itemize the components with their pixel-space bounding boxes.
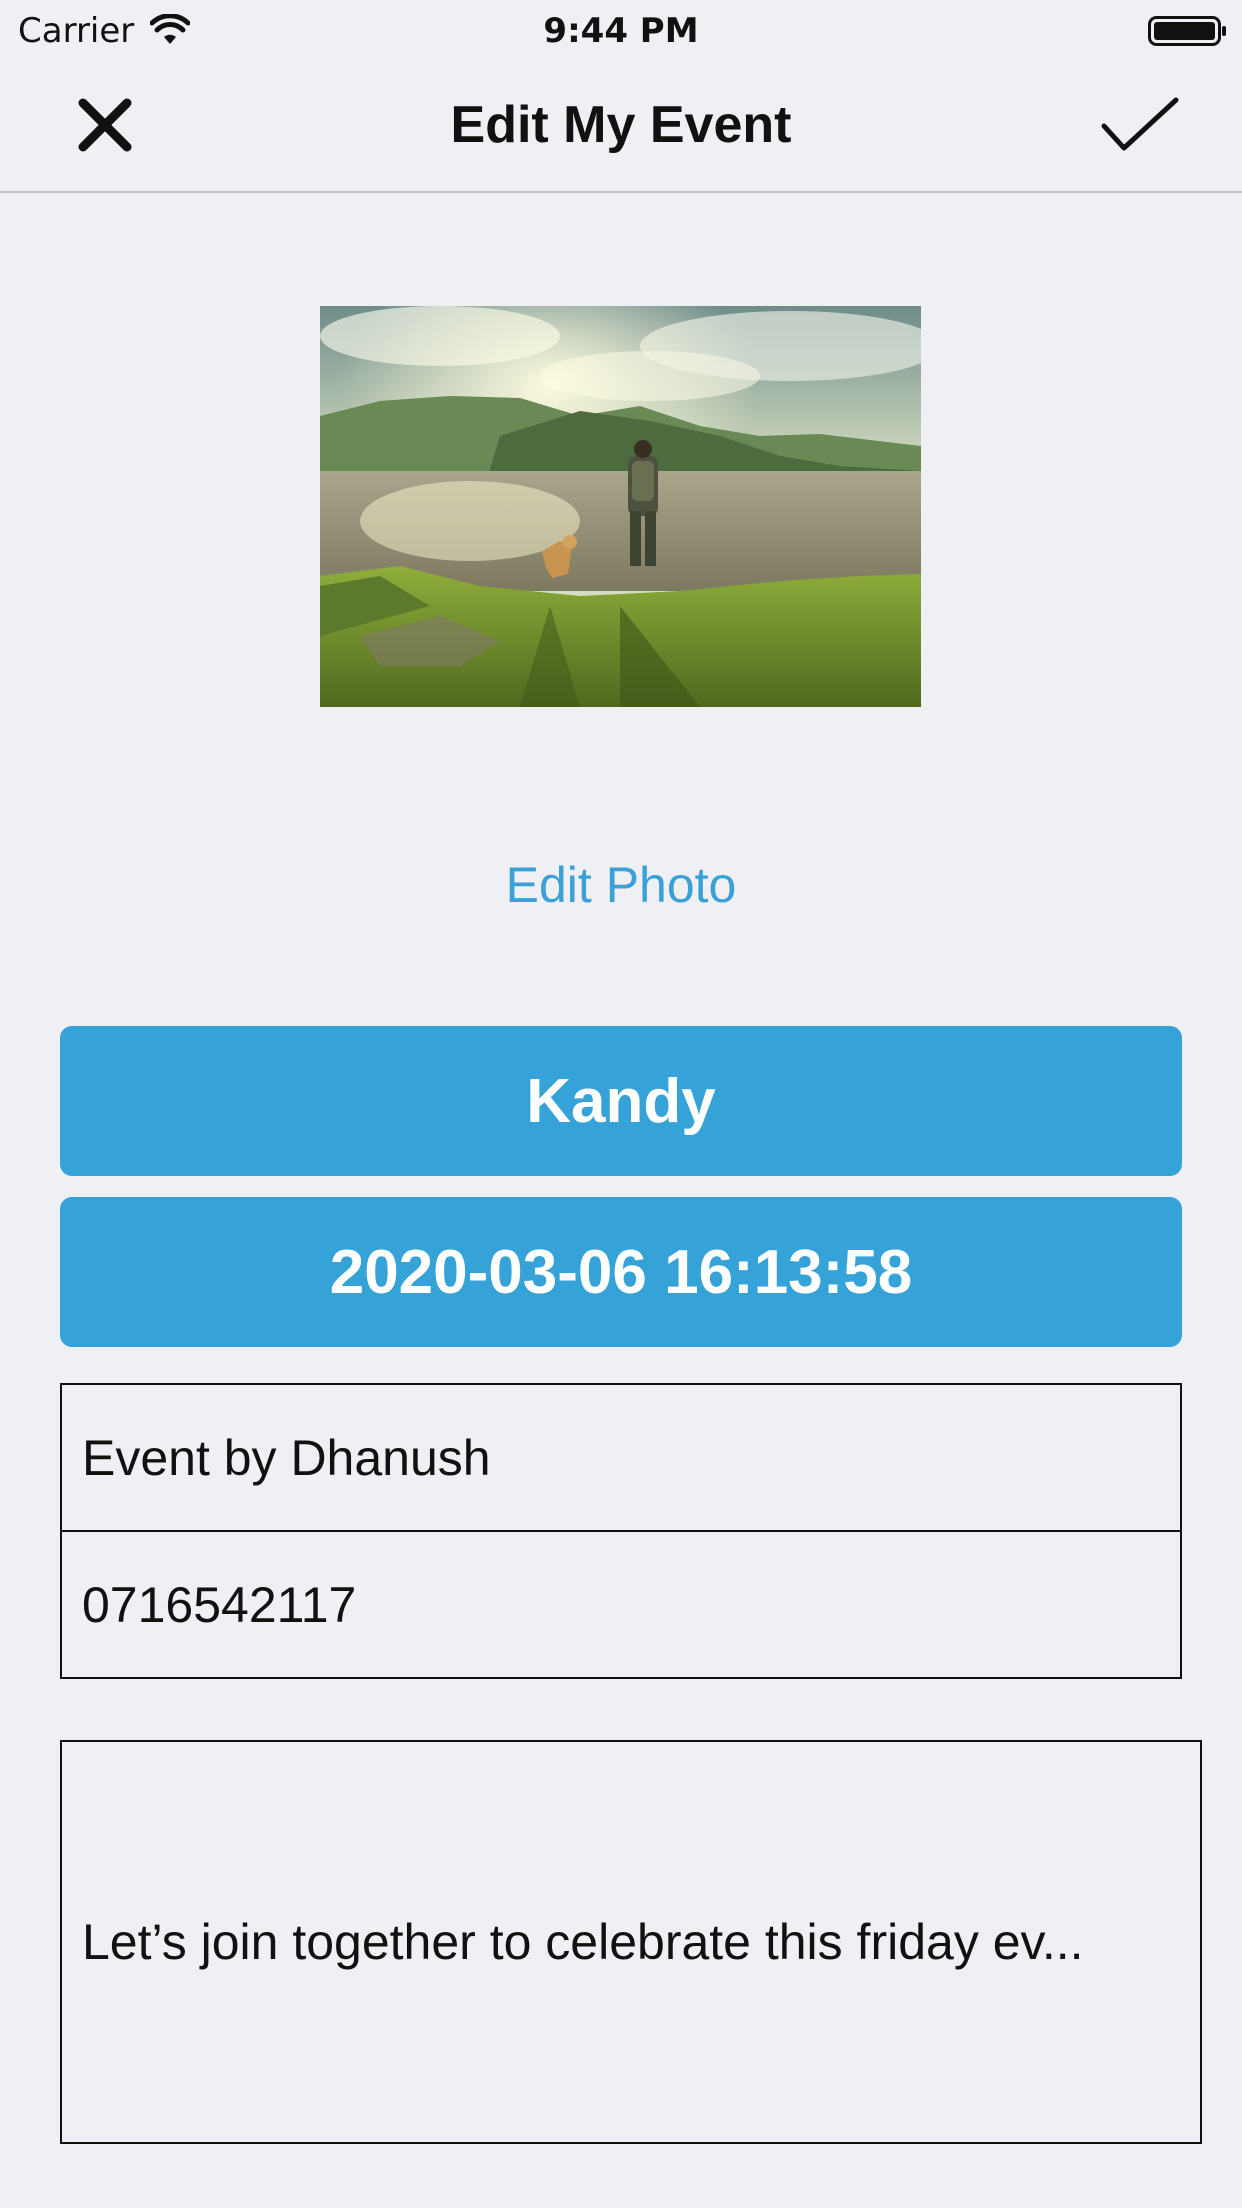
description-field[interactable]: Let’s join together to celebrate this fr… [60,1740,1202,2144]
close-icon [78,98,132,152]
datetime-button[interactable]: 2020-03-06 16:13:58 [60,1197,1182,1347]
close-button[interactable] [60,90,150,160]
battery-icon [1148,14,1228,48]
navigation-bar: Edit My Event [0,60,1242,193]
page-title: Edit My Event [450,96,792,154]
landscape-photo [320,306,921,707]
status-bar: Carrier 9:44 PM [0,0,1242,60]
phone-field[interactable]: 0716542117 [62,1530,1180,1677]
description-text: Let’s join together to celebrate this fr… [82,1914,1084,1970]
location-button[interactable]: Kandy [60,1026,1182,1176]
organizer-field[interactable]: Event by Dhanush [62,1385,1180,1530]
status-time: 9:44 PM [543,11,699,51]
done-button[interactable] [1090,88,1190,164]
edit-photo-button[interactable]: Edit Photo [0,850,1242,920]
event-photo[interactable] [320,306,921,707]
event-details-fields: Event by Dhanush 0716542117 [60,1383,1182,1679]
checkmark-icon [1101,97,1179,151]
